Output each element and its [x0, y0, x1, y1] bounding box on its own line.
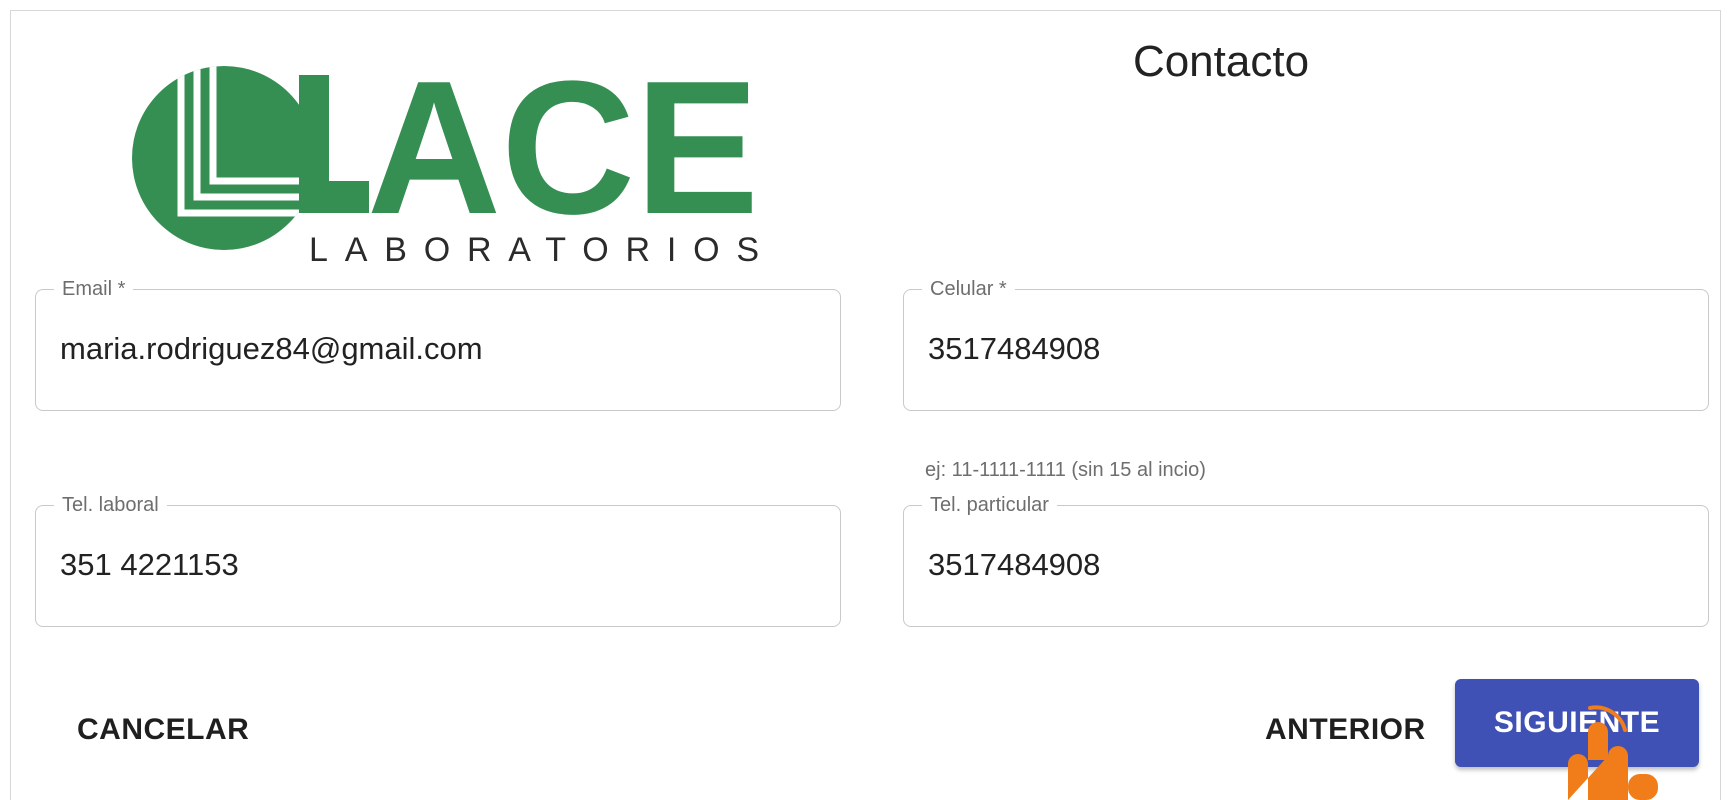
- celular-input[interactable]: [926, 330, 1688, 368]
- email-input[interactable]: [58, 330, 820, 368]
- hand-pointer-icon: [1568, 705, 1658, 800]
- contact-form-card: ACE LABORATORIOS Contacto Email * Celula…: [10, 10, 1721, 800]
- lace-laboratorios-logo: ACE LABORATORIOS: [132, 63, 759, 269]
- celular-field[interactable]: Celular *: [903, 277, 1709, 411]
- tel-particular-field[interactable]: Tel. particular: [903, 493, 1709, 627]
- svg-text:ACE: ACE: [367, 63, 759, 254]
- previous-button[interactable]: ANTERIOR: [1247, 705, 1444, 755]
- tel-laboral-field[interactable]: Tel. laboral: [35, 493, 841, 627]
- email-field[interactable]: Email *: [35, 277, 841, 411]
- tel-particular-label: Tel. particular: [922, 493, 1057, 517]
- tel-particular-input[interactable]: [926, 546, 1688, 584]
- cancel-button[interactable]: CANCELAR: [59, 705, 267, 755]
- celular-helper-text: ej: 11-1111-1111 (sin 15 al incio): [925, 459, 1206, 481]
- tel-laboral-label: Tel. laboral: [54, 493, 167, 517]
- celular-label: Celular *: [922, 277, 1015, 301]
- page-title: Contacto: [1132, 37, 1310, 86]
- tel-laboral-input[interactable]: [58, 546, 820, 584]
- email-label: Email *: [54, 277, 134, 301]
